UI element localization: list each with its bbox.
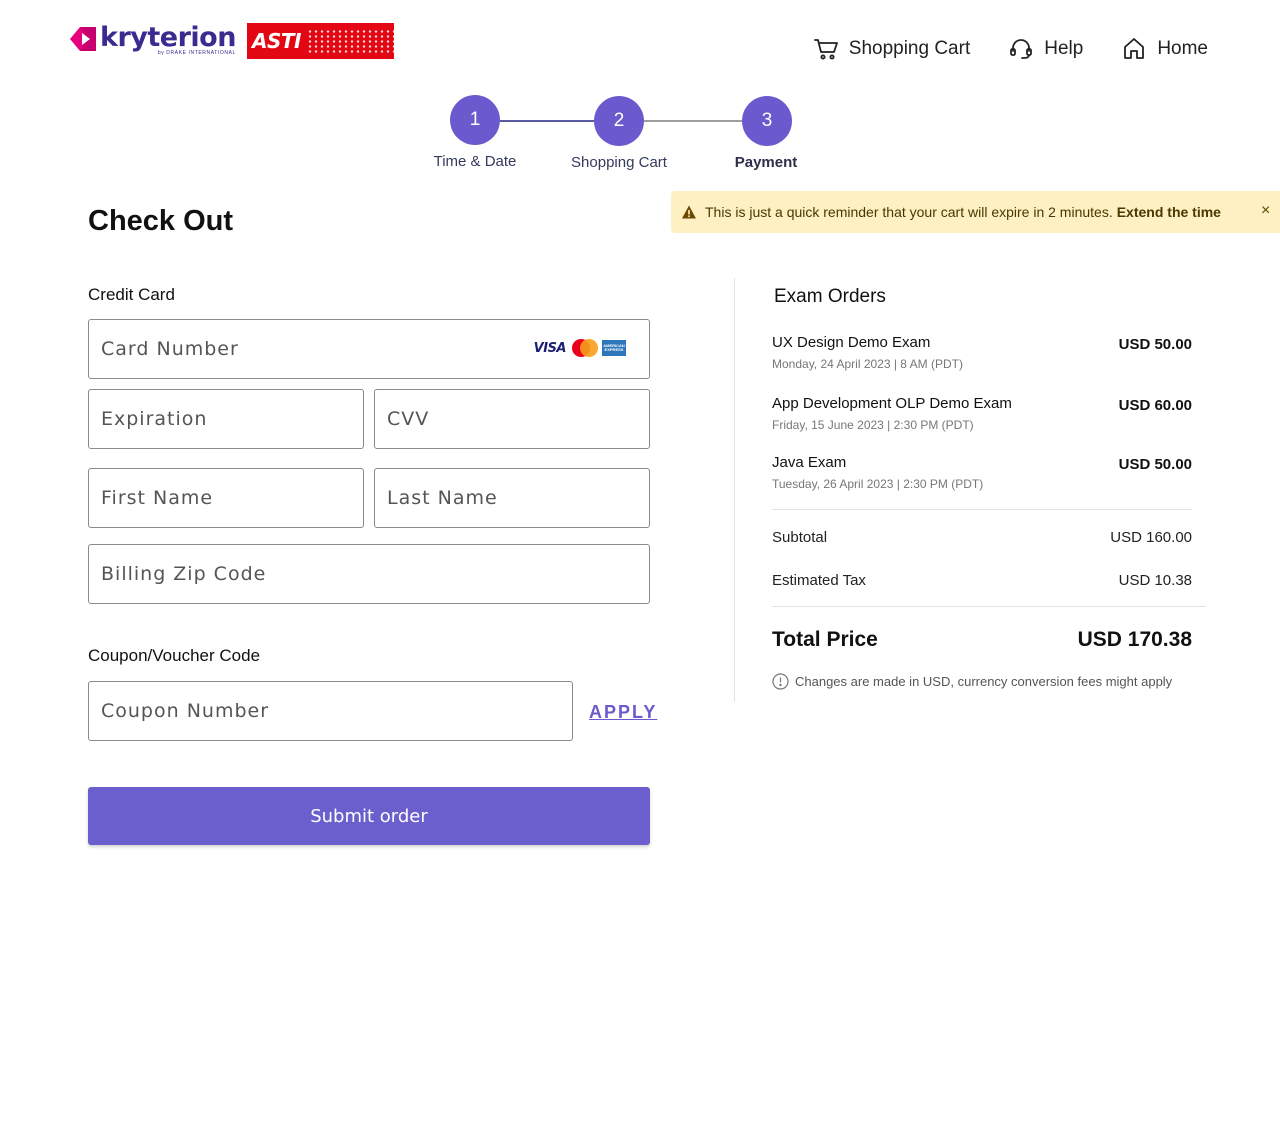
order-item: Java Exam Tuesday, 26 April 2023 | 2:30 … [772,454,1192,491]
order-item-price: USD 50.00 [1118,336,1192,353]
kryterion-mark-icon [70,27,96,51]
card-number-field: VISA AMERICAN EXPRESS [88,319,650,379]
visa-icon: VISA [533,340,567,356]
total-row: Total Price USD 170.38 [772,628,1192,652]
warning-icon [682,205,696,219]
step-1-circle[interactable]: 1 [450,95,500,145]
credit-card-label: Credit Card [88,285,175,304]
order-item-price: USD 60.00 [1118,397,1192,414]
summary-divider [772,509,1192,510]
alert-message: This is just a quick reminder that your … [705,204,1113,220]
total-label: Total Price [772,628,878,651]
cart-icon [813,39,838,60]
tax-label: Estimated Tax [772,572,866,589]
total-value: USD 170.38 [1077,628,1192,651]
step-connector-2 [644,120,744,122]
order-item-price: USD 50.00 [1118,456,1192,473]
coupon-field [88,681,573,741]
cvv-field [374,389,650,449]
asti-logo[interactable]: ASTI [247,23,394,59]
expiration-input[interactable] [89,390,363,448]
exam-orders-title: Exam Orders [774,286,886,307]
submit-order-button[interactable]: Submit order [88,787,650,845]
step-2-label: Shopping Cart [571,154,667,171]
kryterion-wordmark: kryterion [100,22,236,53]
last-name-input[interactable] [375,469,649,527]
first-name-field [88,468,364,528]
page-title: Check Out [88,205,234,237]
order-item-date: Tuesday, 26 April 2023 | 2:30 PM (PDT) [772,477,984,491]
step-1-label: Time & Date [433,153,517,170]
step-2-circle[interactable]: 2 [594,96,644,146]
cvv-input[interactable] [375,390,649,448]
subtotal-value: USD 160.00 [1110,529,1192,546]
order-item-date: Friday, 15 June 2023 | 2:30 PM (PDT) [772,418,974,432]
billing-zip-input[interactable] [89,545,649,603]
nav-help-label: Help [1044,38,1084,59]
nav-shopping-cart-label: Shopping Cart [848,38,971,59]
column-divider [734,278,735,702]
nav-home[interactable]: Home [1121,36,1208,62]
amex-icon: AMERICAN EXPRESS [602,340,626,356]
subtotal-row: Subtotal USD 160.00 [772,529,1192,546]
step-3-label: Payment [734,154,798,171]
billing-zip-field [88,544,650,604]
asti-wordmark: ASTI [252,29,301,53]
card-brands: VISA AMERICAN EXPRESS [534,339,626,357]
kryterion-logo[interactable]: kryterion by DRAKE INTERNATIONAL [68,24,236,56]
last-name-field [374,468,650,528]
expiration-field [88,389,364,449]
currency-note-text: Changes are made in USD, currency conver… [795,674,1173,689]
mastercard-icon [572,339,598,357]
order-item: App Development OLP Demo Exam Friday, 15… [772,395,1192,432]
checkout-stepper: 1 2 3 Time & Date Shopping Cart Payment [420,95,820,175]
nav-shopping-cart[interactable]: Shopping Cart [813,36,970,62]
close-icon[interactable]: × [1261,202,1270,220]
step-3-circle: 3 [742,96,792,146]
nav-home-label: Home [1157,38,1208,59]
first-name-input[interactable] [89,469,363,527]
headset-icon [1010,39,1033,59]
coupon-label: Coupon/Voucher Code [88,646,261,665]
order-item: UX Design Demo Exam Monday, 24 April 202… [772,334,1192,371]
cart-expiry-alert: This is just a quick reminder that your … [671,191,1280,233]
info-icon [772,673,789,690]
total-divider [772,606,1206,607]
tax-row: Estimated Tax USD 10.38 [772,572,1192,589]
extend-time-link[interactable]: Extend the time [1117,204,1221,220]
subtotal-label: Subtotal [772,529,828,546]
order-item-date: Monday, 24 April 2023 | 8 AM (PDT) [772,357,963,371]
currency-note: Changes are made in USD, currency conver… [772,673,1172,690]
nav-help[interactable]: Help [1008,36,1083,62]
step-connector-1 [500,120,600,122]
tax-value: USD 10.38 [1118,572,1192,589]
home-icon [1124,38,1145,59]
apply-coupon-button[interactable]: APPLY [589,702,657,723]
top-navigation: Shopping Cart Help Home [775,36,1208,62]
asti-dot-pattern [306,29,394,53]
coupon-input[interactable] [89,682,572,740]
